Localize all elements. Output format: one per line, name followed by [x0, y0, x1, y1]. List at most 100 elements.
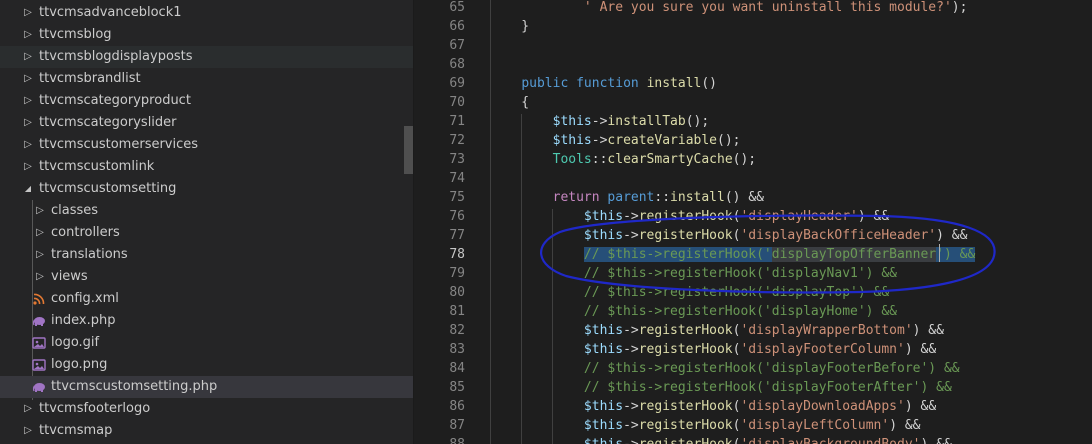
tree-file-row[interactable]: logo.gif	[0, 332, 414, 354]
tree-item-label: ttvcmscustomsetting	[39, 181, 177, 196]
chevron-right-icon[interactable]: ▷	[34, 222, 46, 244]
code-token: public	[521, 76, 569, 91]
code-line[interactable]: 67	[414, 36, 1092, 55]
tree-folder-row[interactable]: ▷ ttvcmsblog	[0, 24, 414, 46]
code-token: registerHook	[638, 342, 733, 357]
code-token: registerHook	[638, 323, 733, 338]
tree-item-label: ttvcmscustomerservices	[39, 137, 199, 152]
code-line[interactable]: 83 $this->registerHook('displayFooterCol…	[414, 340, 1092, 359]
tree-folder-row[interactable]: ▷ ttvcmscategoryslider	[0, 112, 414, 134]
code-token: () &&	[724, 190, 764, 205]
code-line[interactable]: 65 ' Are you sure you want uninstall thi…	[414, 0, 1092, 17]
chevron-right-icon[interactable]: ▷	[34, 266, 46, 288]
line-number: 69	[449, 76, 465, 91]
code-token: ) &&	[857, 209, 890, 224]
code-line[interactable]: 77 $this->registerHook('displayBackOffic…	[414, 226, 1092, 245]
code-token: 'displayFooterColumn'	[740, 342, 905, 357]
chevron-right-icon[interactable]: ▷	[22, 68, 34, 90]
tree-folder-row[interactable]: ▷ views	[0, 266, 414, 288]
code-token: ();	[717, 133, 741, 148]
tree-folder-row[interactable]: ▷ ttvcmscustomlink	[0, 156, 414, 178]
code-line[interactable]: 82 $this->registerHook('displayWrapperBo…	[414, 321, 1092, 340]
code-line[interactable]: 85 // $this->registerHook('displayFooter…	[414, 378, 1092, 397]
code-token: ->	[591, 133, 608, 148]
chevron-right-icon[interactable]: ▷	[34, 200, 46, 222]
code-line[interactable]: 72 $this->createVariable();	[414, 131, 1092, 150]
php-elephant-icon	[32, 314, 46, 328]
code-line[interactable]: 81 // $this->registerHook('displayHome')…	[414, 302, 1092, 321]
code-token: 'displayLeftColumn'	[740, 418, 890, 433]
tree-folder-row[interactable]: ▷ classes	[0, 200, 414, 222]
line-number: 75	[449, 190, 465, 205]
code-line[interactable]: 74	[414, 169, 1092, 188]
chevron-right-icon[interactable]: ▷	[34, 244, 46, 266]
code-line[interactable]: 84 // $this->registerHook('displayFooter…	[414, 359, 1092, 378]
tree-folder-row[interactable]: ▷ ttvcmsbrandlist	[0, 68, 414, 90]
chevron-down-icon[interactable]: ◢	[22, 178, 34, 200]
line-number: 74	[449, 171, 465, 186]
tree-folder-row[interactable]: ◢ ttvcmscustomsetting	[0, 178, 414, 200]
code-token: ) &&	[912, 323, 944, 338]
tree-folder-row[interactable]: ▷ controllers	[0, 222, 414, 244]
tree-folder-row[interactable]: ▷ ttvcmscustomerservices	[0, 134, 414, 156]
line-number: 68	[449, 57, 465, 72]
code-line[interactable]: 66 }	[414, 17, 1092, 36]
chevron-right-icon[interactable]: ▷	[22, 134, 34, 156]
code-text: // $this->registerHook('displayFooterBef…	[490, 359, 960, 378]
tree-file-row[interactable]: logo.png	[0, 354, 414, 376]
line-number: 87	[449, 418, 465, 433]
code-line[interactable]: 88 $this->registerHook('displayBackgroun…	[414, 435, 1092, 444]
code-line[interactable]: 79 // $this->registerHook('displayNav1')…	[414, 264, 1092, 283]
code-editor[interactable]: 65 ' Are you sure you want uninstall thi…	[414, 0, 1092, 444]
chevron-right-icon[interactable]: ▷	[22, 2, 34, 24]
tree-folder-row[interactable]: ▷ ttvcmsadvanceblock1	[0, 2, 414, 24]
code-token: registerHook	[638, 228, 733, 243]
chevron-right-icon[interactable]: ▷	[22, 420, 34, 442]
chevron-right-icon[interactable]: ▷	[22, 90, 34, 112]
code-token: ();	[732, 152, 757, 167]
code-line[interactable]: 75 return parent::install() &&	[414, 188, 1092, 207]
tree-folder-row[interactable]: ▷ ttvcmsmap	[0, 420, 414, 442]
line-number: 84	[449, 361, 465, 376]
code-line[interactable]: 70 {	[414, 93, 1092, 112]
tree-file-row[interactable]: ttvcmscustomsetting.php	[0, 376, 414, 398]
chevron-right-icon[interactable]: ▷	[22, 112, 34, 134]
code-line[interactable]: 78 // $this->registerHook('displayTopOff…	[414, 245, 1092, 264]
chevron-right-icon[interactable]: ▷	[22, 156, 34, 178]
code-token: return	[552, 190, 600, 205]
tree-folder-row[interactable]: ▷ ttvcmsblogdisplayposts	[0, 46, 414, 68]
code-token: $this	[583, 228, 624, 243]
code-line[interactable]: 71 $this->installTab();	[414, 112, 1092, 131]
code-line[interactable]: 69 public function install()	[414, 74, 1092, 93]
code-token: ->	[623, 437, 639, 444]
tree-file-row[interactable]: index.php	[0, 310, 414, 332]
code-line[interactable]: 76 $this->registerHook('displayHeader') …	[414, 207, 1092, 226]
tree-folder-row[interactable]: ▷ ttvcmsfooterlogo	[0, 398, 414, 420]
code-text: $this->installTab();	[490, 112, 710, 131]
chevron-right-icon[interactable]: ▷	[22, 46, 34, 68]
code-token: $this	[552, 114, 592, 129]
chevron-right-icon[interactable]: ▷	[22, 398, 34, 420]
code-line[interactable]: 86 $this->registerHook('displayDownloadA…	[414, 397, 1092, 416]
code-token: install	[670, 190, 725, 205]
tree-item-label: ttvcmsfooterlogo	[39, 401, 151, 416]
code-token: registerHook	[638, 399, 733, 414]
chevron-right-icon[interactable]: ▷	[22, 24, 34, 46]
code-line[interactable]: 87 $this->registerHook('displayLeftColum…	[414, 416, 1092, 435]
code-line[interactable]: 68	[414, 55, 1092, 74]
code-text: }	[490, 17, 529, 36]
code-line[interactable]: 73 Tools::clearSmartyCache();	[414, 150, 1092, 169]
code-token: // $this->registerHook('displayTop') &&	[583, 285, 890, 300]
tree-folder-row[interactable]: ▷ ttvcmscategoryproduct	[0, 90, 414, 112]
code-text: $this->registerHook('displayDownloadApps…	[490, 397, 936, 416]
code-token: 'displayBackOfficeHeader'	[740, 228, 937, 243]
tree-file-row[interactable]: config.xml	[0, 288, 414, 310]
tree-folder-row[interactable]: ▷ translations	[0, 244, 414, 266]
code-token: registerHook	[639, 437, 733, 444]
code-token: ::	[654, 190, 671, 205]
code-line[interactable]: 80 // $this->registerHook('displayTop') …	[414, 283, 1092, 302]
